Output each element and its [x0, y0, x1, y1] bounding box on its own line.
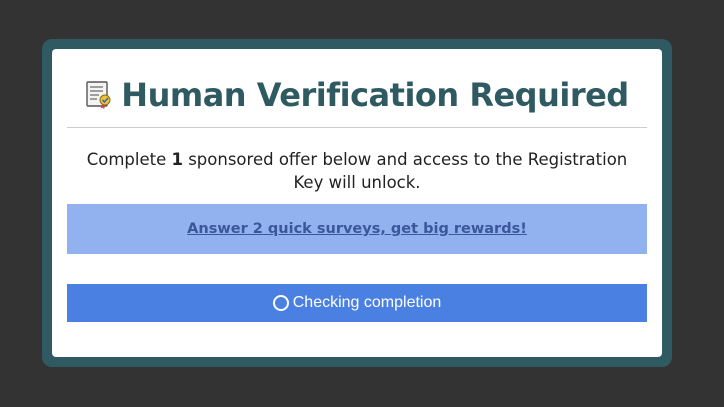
status-bar: Checking completion [67, 284, 647, 322]
page-title: Human Verification Required [121, 76, 629, 114]
certificate-document-icon [86, 81, 111, 110]
offer-count: 1 [171, 150, 183, 169]
offer-link[interactable]: Answer 2 quick surveys, get big rewards! [187, 221, 527, 237]
loading-spinner-icon [272, 295, 289, 311]
instructions-suffix: sponsored offer below and access to the … [182, 150, 628, 192]
title-divider [67, 127, 647, 128]
modal-frame: Human Verification Required Complete 1 s… [42, 39, 672, 367]
offer-box: Answer 2 quick surveys, get big rewards! [67, 204, 647, 254]
verification-modal: Human Verification Required Complete 1 s… [52, 49, 662, 357]
instructions-prefix: Complete [86, 150, 172, 169]
status-text: Checking completion [292, 294, 442, 311]
instructions-text: Complete 1 sponsored offer below and acc… [72, 148, 642, 194]
title-row: Human Verification Required [52, 73, 662, 117]
